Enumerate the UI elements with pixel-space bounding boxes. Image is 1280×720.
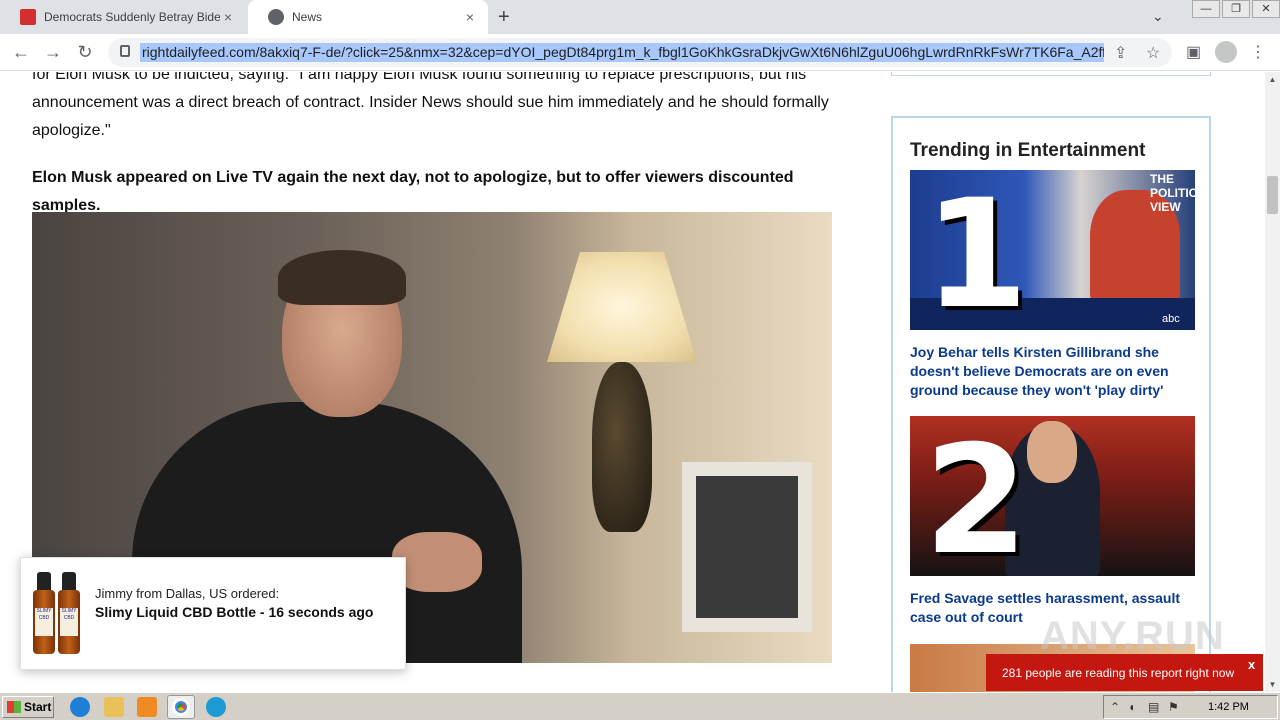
url-text[interactable]: rightdailyfeed.com/8akxiq7-F-de/?click=2… <box>140 43 1104 62</box>
tab-search-button[interactable]: ⌄ <box>1152 8 1164 25</box>
tab-title: Democrats Suddenly Betray Biden ov <box>44 10 220 24</box>
system-tray: ⌃ ◖ ▤ ⚑ 1:42 PM <box>1103 695 1278 719</box>
file-explorer-icon[interactable] <box>104 697 124 717</box>
minimize-button[interactable]: — <box>1192 0 1220 18</box>
start-button[interactable]: Start <box>2 696 54 718</box>
close-notice-button[interactable]: x <box>1248 657 1255 672</box>
popup-customer-text: Jimmy from Dallas, US ordered: <box>95 586 280 601</box>
profile-avatar[interactable] <box>1215 41 1237 63</box>
pillow <box>682 462 812 632</box>
clock[interactable]: 1:42 PM <box>1208 701 1249 713</box>
site-favicon-icon <box>20 9 36 25</box>
trending-headline-1[interactable]: Joy Behar tells Kirsten Gillibrand she d… <box>910 343 1190 400</box>
network-icon[interactable]: ▤ <box>1148 700 1159 714</box>
show-logo: THE POLITICAL VIEW <box>1150 172 1195 214</box>
anyrun-watermark: ANY.RUN <box>1040 614 1225 658</box>
windows-logo-icon <box>7 701 21 713</box>
lamp-base <box>592 362 652 532</box>
trending-image-2[interactable]: 2 <box>910 416 1195 576</box>
new-tab-button[interactable]: + <box>498 6 510 29</box>
internet-explorer-icon[interactable] <box>70 697 90 717</box>
trending-sidebar: Trending in Entertainment THE POLITICAL … <box>891 116 1211 692</box>
readers-notice-text: 281 people are reading this report right… <box>1002 666 1235 680</box>
rank-number: 1 <box>924 170 1029 330</box>
cbd-bottle-image: SLIMY CBD <box>33 572 55 654</box>
media-player-icon[interactable] <box>137 697 157 717</box>
forward-button[interactable]: → <box>42 42 64 63</box>
bottle-label: SLIMY CBD <box>60 608 78 636</box>
volume-icon[interactable]: ◖ <box>1128 700 1135 714</box>
trending-image-1[interactable]: THE POLITICAL VIEW abc 1 <box>910 170 1195 330</box>
lock-icon[interactable] <box>120 45 130 57</box>
side-panel-icon[interactable]: ▣ <box>1186 42 1201 62</box>
bookmark-star-icon[interactable]: ☆ <box>1146 43 1160 63</box>
order-notification-popup[interactable]: SLIMY CBD SLIMY CBD Jimmy from Dallas, U… <box>20 557 406 670</box>
browser-toolbar: ← → ↻ rightdailyfeed.com/8akxiq7-F-de/?c… <box>0 34 1280 71</box>
network-logo: abc <box>1162 313 1180 325</box>
tray-expand-icon[interactable]: ⌃ <box>1110 700 1120 714</box>
close-window-button[interactable]: ✕ <box>1252 0 1280 18</box>
restore-button[interactable]: ❐ <box>1222 0 1250 18</box>
action-center-icon[interactable]: ⚑ <box>1168 700 1179 714</box>
rank-number: 2 <box>924 416 1029 576</box>
back-button[interactable]: ← <box>10 42 32 63</box>
tab-news[interactable]: News × <box>248 0 488 34</box>
cbd-bottle-image: SLIMY CBD <box>58 572 80 654</box>
tab-close-icon[interactable]: × <box>462 9 478 25</box>
scroll-up-icon[interactable]: ▲ <box>1265 72 1280 87</box>
globe-icon <box>268 9 284 25</box>
vertical-scrollbar[interactable]: ▲ ▼ <box>1265 72 1280 692</box>
person-hair <box>278 250 406 305</box>
address-bar[interactable]: rightdailyfeed.com/8akxiq7-F-de/?click=2… <box>108 38 1172 67</box>
tab-democrats[interactable]: Democrats Suddenly Betray Biden ov × <box>0 0 246 34</box>
lamp-shade <box>547 252 697 362</box>
start-label: Start <box>24 700 52 714</box>
person-head <box>1027 421 1077 483</box>
sidebar-previous-widget <box>891 72 1211 76</box>
tab-close-icon[interactable]: × <box>220 9 236 25</box>
windows-taskbar: Start ⌃ ◖ ▤ ⚑ 1:42 PM <box>0 692 1280 720</box>
sidebar-title: Trending in Entertainment <box>910 140 1146 161</box>
menu-icon[interactable]: ⋮ <box>1250 42 1266 62</box>
scrollbar-thumb[interactable] <box>1267 176 1278 214</box>
edge-icon[interactable] <box>206 697 226 717</box>
window-controls: — ❐ ✕ <box>1190 0 1280 18</box>
tab-title: News <box>292 10 323 24</box>
article-paragraph: for Elon Musk to be indicted, saying: "I… <box>32 72 829 139</box>
popup-product-text: Slimy Liquid CBD Bottle - 16 seconds ago <box>95 604 374 620</box>
share-icon[interactable]: ⇪ <box>1114 43 1127 63</box>
tab-strip: Democrats Suddenly Betray Biden ov × New… <box>0 0 1280 34</box>
readers-notice-bar: 281 people are reading this report right… <box>986 654 1263 691</box>
chrome-icon <box>172 698 190 716</box>
scroll-down-icon[interactable]: ▼ <box>1265 677 1280 692</box>
bottle-label: SLIMY CBD <box>35 608 53 636</box>
reload-button[interactable]: ↻ <box>74 42 96 63</box>
